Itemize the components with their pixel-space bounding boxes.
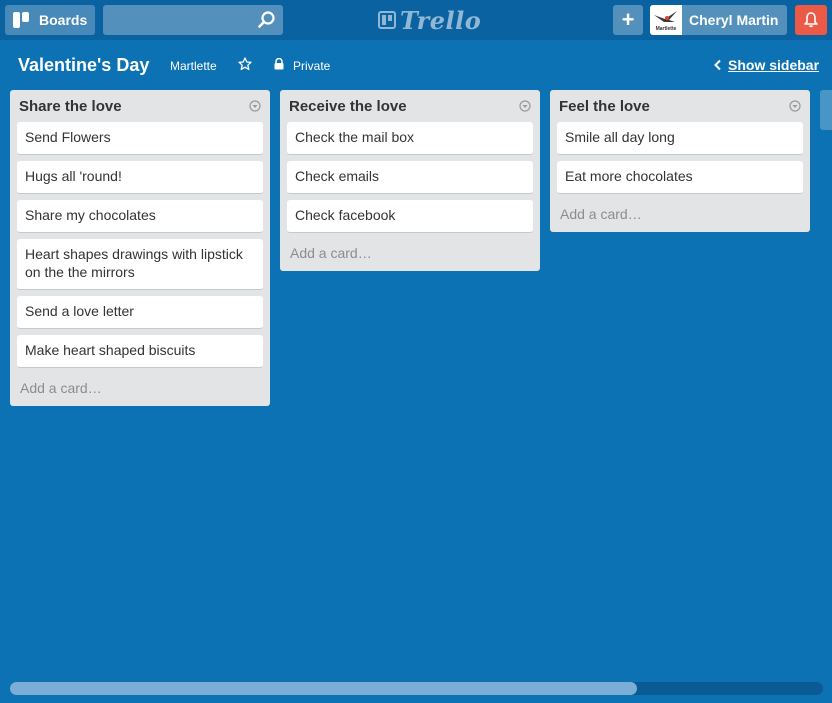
card[interactable]: Check facebook — [287, 200, 533, 233]
card[interactable]: Send Flowers — [17, 122, 263, 155]
list-title[interactable]: Receive the love — [289, 98, 407, 115]
avatar-text: Martlette — [656, 26, 677, 32]
list-header: Feel the love — [557, 90, 803, 122]
card[interactable]: Share my chocolates — [17, 200, 263, 233]
list-menu-icon[interactable] — [519, 100, 531, 112]
add-card-button[interactable]: Add a card… — [17, 374, 263, 398]
boards-label: Boards — [39, 12, 88, 28]
card[interactable]: Make heart shaped biscuits — [17, 335, 263, 368]
boards-button[interactable]: Boards — [5, 5, 95, 35]
member-menu-button[interactable]: Martlette Cheryl Martin — [650, 5, 787, 35]
avatar: Martlette — [650, 5, 682, 35]
list-header: Receive the love — [287, 90, 533, 122]
star-icon[interactable] — [238, 57, 252, 71]
top-bar: Boards Trello + Martlette Cheryl Martin — [0, 0, 832, 40]
show-sidebar-label: Show sidebar — [728, 57, 820, 73]
board-visibility[interactable]: Private — [293, 59, 330, 73]
martlette-logo-icon: Martlette — [654, 11, 677, 32]
card[interactable]: Eat more chocolates — [557, 161, 803, 194]
show-sidebar-link[interactable]: Show sidebar — [713, 57, 819, 73]
horizontal-scrollbar-thumb[interactable] — [10, 682, 637, 695]
card[interactable]: Heart shapes drawings with lipstick on t… — [17, 239, 263, 290]
list-title[interactable]: Share the love — [19, 98, 122, 115]
boards-icon — [13, 12, 29, 28]
list-receive-the-love: Receive the love Check the mail box Chec… — [280, 90, 540, 271]
trello-logo-icon — [378, 11, 396, 29]
notifications-button[interactable] — [795, 5, 827, 35]
search-icon[interactable] — [256, 9, 278, 31]
card[interactable]: Check the mail box — [287, 122, 533, 155]
card[interactable]: Hugs all 'round! — [17, 161, 263, 194]
chevron-left-icon — [714, 59, 721, 71]
member-name: Cheryl Martin — [689, 12, 779, 28]
add-card-button[interactable]: Add a card… — [557, 200, 803, 224]
add-list-stub[interactable] — [820, 90, 832, 130]
card[interactable]: Smile all day long — [557, 122, 803, 155]
list-menu-icon[interactable] — [789, 100, 801, 112]
bell-icon — [804, 12, 818, 28]
list-feel-the-love: Feel the love Smile all day long Eat mor… — [550, 90, 810, 232]
add-card-button[interactable]: Add a card… — [287, 239, 533, 263]
add-button[interactable]: + — [613, 5, 643, 35]
plus-icon: + — [621, 7, 635, 32]
list-title[interactable]: Feel the love — [559, 98, 650, 115]
board-organization[interactable]: Martlette — [170, 59, 217, 73]
board-title[interactable]: Valentine's Day — [18, 55, 149, 76]
trello-logo[interactable]: Trello — [378, 5, 482, 35]
card[interactable]: Send a love letter — [17, 296, 263, 329]
logo-text: Trello — [400, 5, 482, 35]
list-menu-icon[interactable] — [249, 100, 261, 112]
list-share-the-love: Share the love Send Flowers Hugs all 'ro… — [10, 90, 270, 406]
lock-icon — [274, 58, 284, 70]
list-header: Share the love — [17, 90, 263, 122]
card[interactable]: Check emails — [287, 161, 533, 194]
